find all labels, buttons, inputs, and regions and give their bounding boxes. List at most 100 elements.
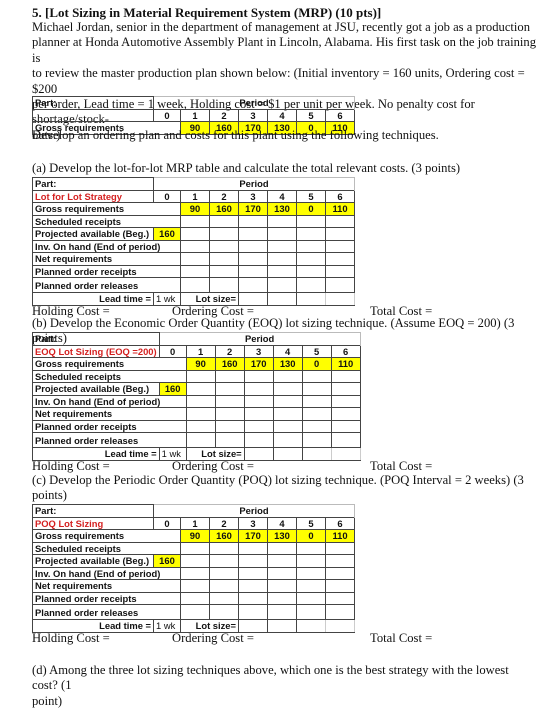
lot-size-cell[interactable] xyxy=(267,619,297,633)
input-cell[interactable] xyxy=(267,554,297,568)
input-cell[interactable] xyxy=(243,432,274,448)
input-cell[interactable] xyxy=(209,541,239,555)
input-cell[interactable] xyxy=(267,227,297,241)
input-cell[interactable] xyxy=(272,369,303,383)
input-cell[interactable] xyxy=(209,554,239,568)
input-cell[interactable] xyxy=(325,566,355,580)
input-cell[interactable] xyxy=(238,277,268,293)
input-cell[interactable] xyxy=(301,419,332,433)
lot-size-cell[interactable] xyxy=(267,292,297,306)
input-cell[interactable] xyxy=(180,227,210,241)
input-cell[interactable] xyxy=(180,214,210,228)
input-cell[interactable] xyxy=(238,227,268,241)
input-cell[interactable] xyxy=(296,604,326,620)
input-cell[interactable] xyxy=(267,566,297,580)
input-cell[interactable] xyxy=(325,264,355,278)
input-cell[interactable] xyxy=(330,369,361,383)
input-cell[interactable] xyxy=(243,394,274,408)
input-cell[interactable] xyxy=(238,252,268,266)
input-cell[interactable] xyxy=(238,264,268,278)
input-cell[interactable] xyxy=(267,591,297,605)
input-cell[interactable] xyxy=(267,604,297,620)
input-cell[interactable] xyxy=(267,239,297,253)
input-cell[interactable] xyxy=(243,407,274,421)
input-cell[interactable] xyxy=(272,432,303,448)
input-cell[interactable] xyxy=(325,591,355,605)
input-cell[interactable] xyxy=(330,394,361,408)
input-cell[interactable] xyxy=(296,554,326,568)
input-cell[interactable] xyxy=(209,239,239,253)
input-cell[interactable] xyxy=(185,394,216,408)
input-cell[interactable] xyxy=(209,277,239,293)
input-cell[interactable] xyxy=(272,394,303,408)
input-cell[interactable] xyxy=(325,579,355,593)
input-cell[interactable] xyxy=(325,541,355,555)
input-cell[interactable] xyxy=(209,252,239,266)
input-cell[interactable] xyxy=(180,541,210,555)
input-cell[interactable] xyxy=(330,407,361,421)
lot-size-cell[interactable] xyxy=(330,447,361,461)
input-cell[interactable] xyxy=(301,394,332,408)
input-cell[interactable] xyxy=(325,277,355,293)
input-cell[interactable] xyxy=(209,579,239,593)
input-cell[interactable] xyxy=(180,579,210,593)
input-cell[interactable] xyxy=(296,579,326,593)
input-cell[interactable] xyxy=(296,541,326,555)
input-cell[interactable] xyxy=(180,566,210,580)
input-cell[interactable] xyxy=(272,419,303,433)
input-cell[interactable] xyxy=(301,432,332,448)
input-cell[interactable] xyxy=(214,407,245,421)
input-cell[interactable] xyxy=(180,252,210,266)
input-cell[interactable] xyxy=(296,214,326,228)
input-cell[interactable] xyxy=(267,277,297,293)
input-cell[interactable] xyxy=(296,277,326,293)
input-cell[interactable] xyxy=(325,604,355,620)
input-cell[interactable] xyxy=(214,394,245,408)
input-cell[interactable] xyxy=(325,227,355,241)
input-cell[interactable] xyxy=(209,591,239,605)
input-cell[interactable] xyxy=(301,369,332,383)
input-cell[interactable] xyxy=(209,264,239,278)
input-cell[interactable] xyxy=(272,407,303,421)
input-cell[interactable] xyxy=(238,591,268,605)
lot-size-cell[interactable] xyxy=(296,292,326,306)
input-cell[interactable] xyxy=(209,604,239,620)
input-cell[interactable] xyxy=(185,432,216,448)
lot-size-cell[interactable] xyxy=(301,447,332,461)
input-cell[interactable] xyxy=(180,604,210,620)
input-cell[interactable] xyxy=(214,432,245,448)
input-cell[interactable] xyxy=(267,252,297,266)
input-cell[interactable] xyxy=(214,369,245,383)
input-cell[interactable] xyxy=(180,591,210,605)
input-cell[interactable] xyxy=(238,239,268,253)
input-cell[interactable] xyxy=(330,432,361,448)
input-cell[interactable] xyxy=(243,419,274,433)
input-cell[interactable] xyxy=(185,382,216,396)
input-cell[interactable] xyxy=(214,382,245,396)
input-cell[interactable] xyxy=(296,591,326,605)
input-cell[interactable] xyxy=(330,382,361,396)
input-cell[interactable] xyxy=(185,407,216,421)
input-cell[interactable] xyxy=(296,227,326,241)
input-cell[interactable] xyxy=(238,554,268,568)
input-cell[interactable] xyxy=(296,566,326,580)
lot-size-cell[interactable] xyxy=(296,619,326,633)
input-cell[interactable] xyxy=(267,579,297,593)
input-cell[interactable] xyxy=(301,407,332,421)
input-cell[interactable] xyxy=(330,419,361,433)
input-cell[interactable] xyxy=(267,264,297,278)
input-cell[interactable] xyxy=(185,369,216,383)
input-cell[interactable] xyxy=(180,239,210,253)
input-cell[interactable] xyxy=(185,419,216,433)
input-cell[interactable] xyxy=(325,214,355,228)
input-cell[interactable] xyxy=(209,566,239,580)
input-cell[interactable] xyxy=(209,227,239,241)
input-cell[interactable] xyxy=(267,214,297,228)
input-cell[interactable] xyxy=(272,382,303,396)
input-cell[interactable] xyxy=(267,541,297,555)
input-cell[interactable] xyxy=(214,419,245,433)
input-cell[interactable] xyxy=(301,382,332,396)
input-cell[interactable] xyxy=(296,264,326,278)
input-cell[interactable] xyxy=(238,579,268,593)
input-cell[interactable] xyxy=(180,277,210,293)
